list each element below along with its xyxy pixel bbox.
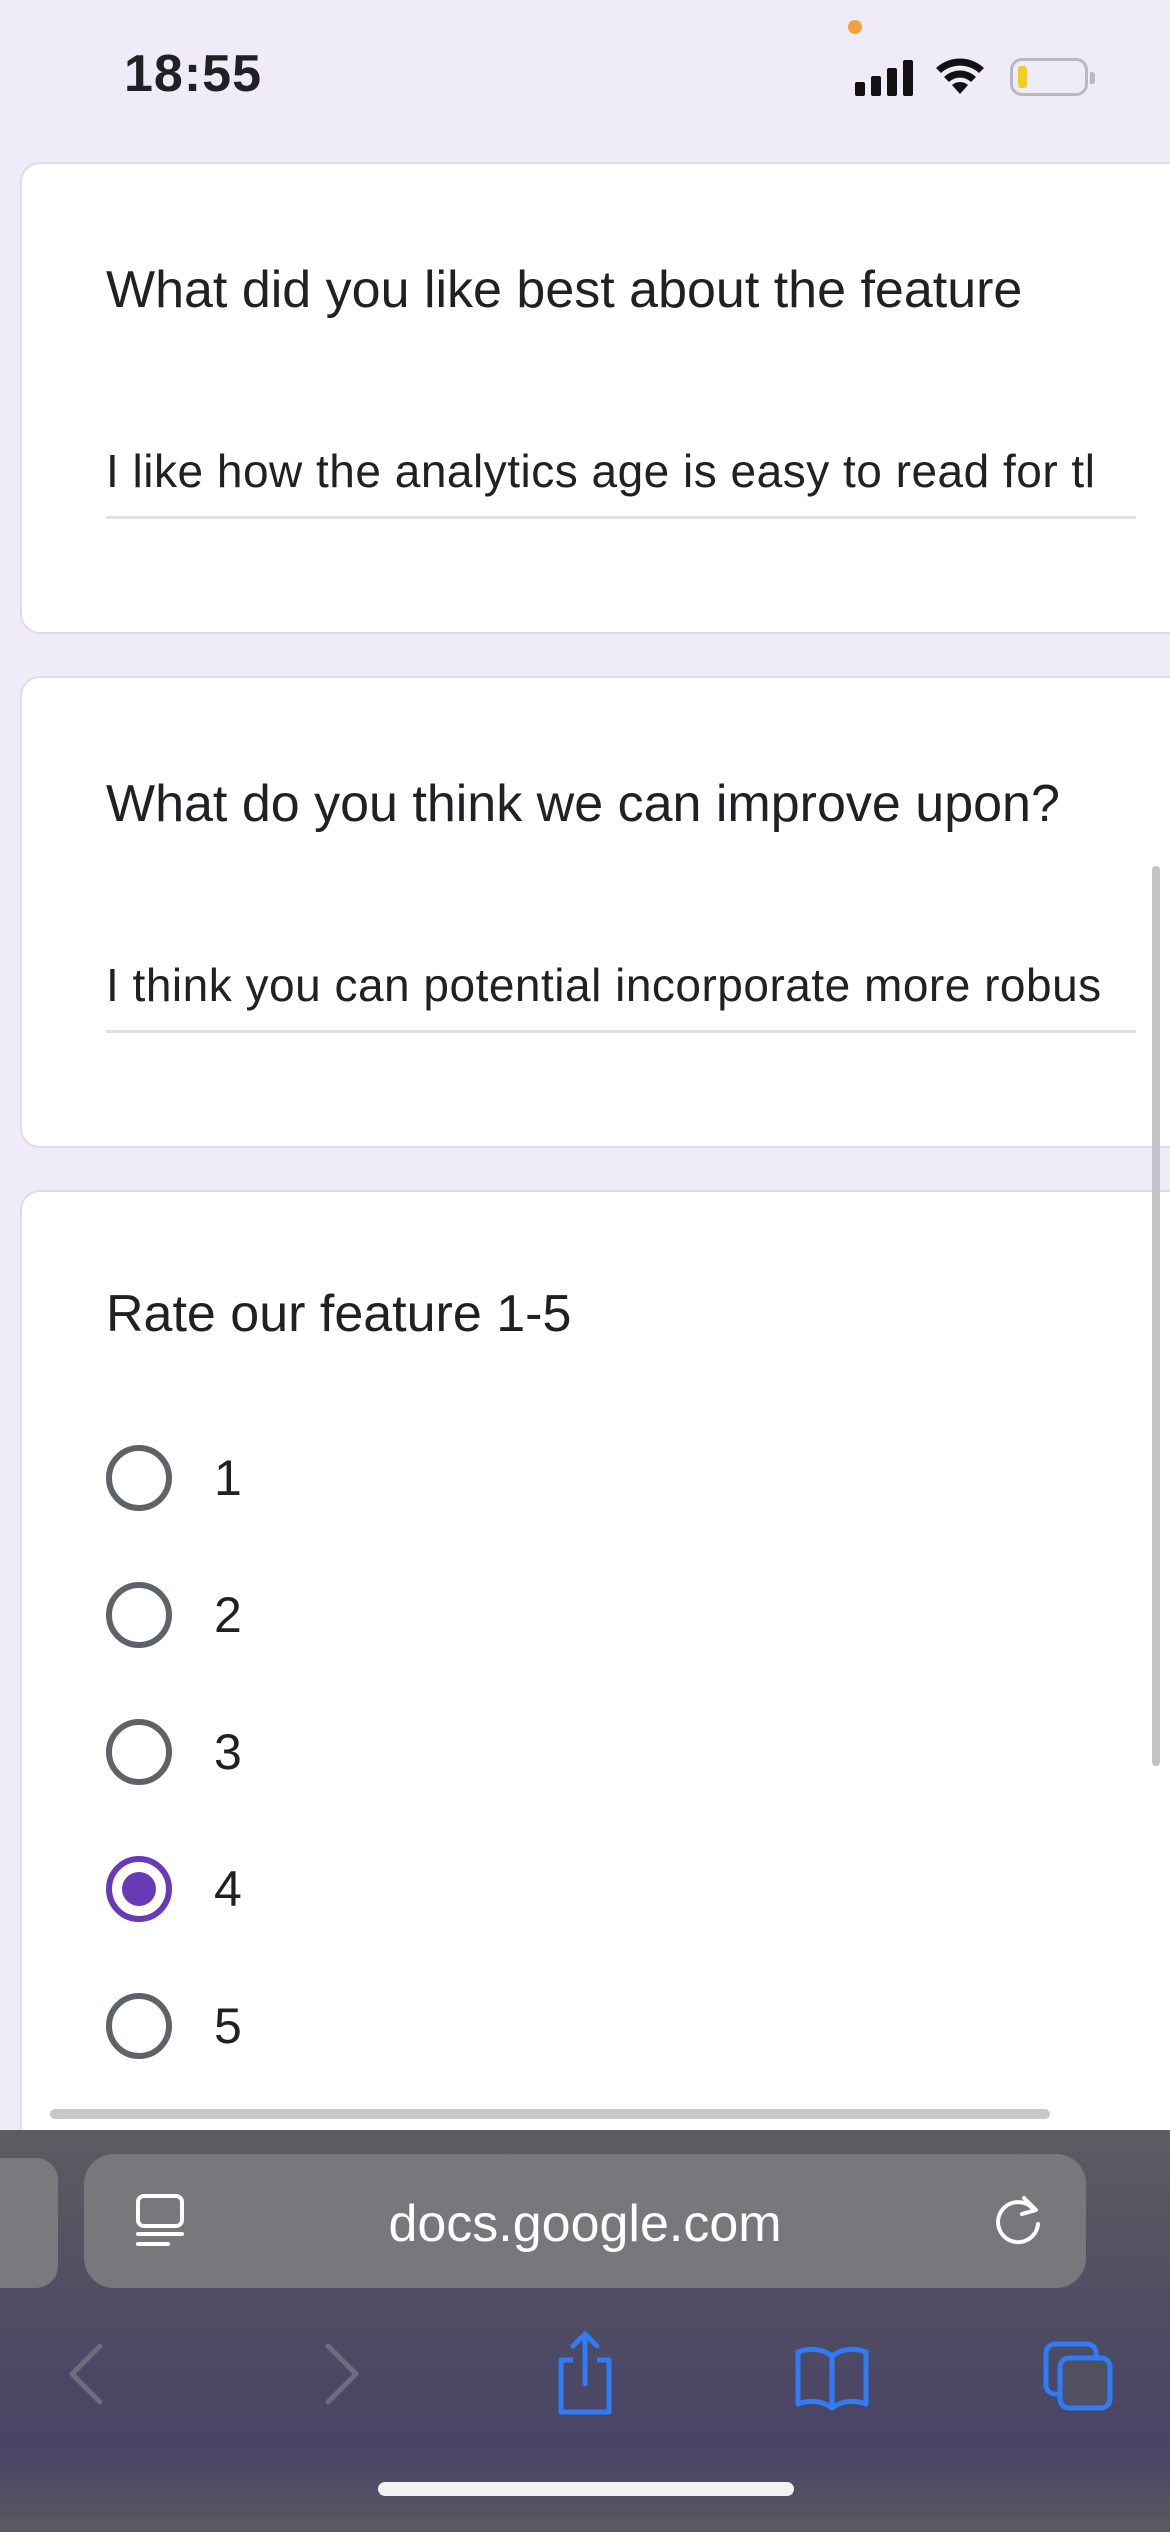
rating-option-label: 1 (214, 1450, 242, 1506)
wifi-icon (936, 58, 984, 94)
address-bar[interactable]: docs.google.com (84, 2154, 1086, 2288)
rating-option-1[interactable]: 1 (106, 1442, 242, 1514)
rating-option-label: 2 (214, 1587, 242, 1643)
question-card-improve: What do you think we can improve upon? I… (20, 676, 1170, 1148)
rating-option-label: 3 (214, 1724, 242, 1780)
reload-icon[interactable] (990, 2192, 1046, 2248)
question-card-rating: Rate our feature 1-5 1 2 3 4 5 (20, 1190, 1170, 2190)
radio-button-icon[interactable] (106, 1445, 172, 1511)
status-time: 18:55 (124, 45, 262, 103)
radio-button-selected-icon[interactable] (106, 1856, 172, 1922)
home-indicator[interactable] (378, 2482, 794, 2496)
previous-tab-preview[interactable] (0, 2158, 58, 2288)
browser-toolbar: docs.google.com (0, 2130, 1170, 2532)
rating-option-4[interactable]: 4 (106, 1853, 242, 1925)
question-title: Rate our feature 1-5 (106, 1285, 572, 1343)
radio-button-icon[interactable] (106, 1719, 172, 1785)
share-icon[interactable] (545, 2320, 625, 2420)
answer-text-field[interactable]: I like how the analytics age is easy to … (106, 444, 1136, 519)
back-icon[interactable] (48, 2320, 128, 2420)
answer-text-field[interactable]: I think you can potential incorporate mo… (106, 958, 1136, 1033)
question-title: What did you like best about the feature (106, 261, 1023, 319)
rating-option-2[interactable]: 2 (106, 1579, 242, 1651)
radio-button-icon[interactable] (106, 1582, 172, 1648)
rating-option-label: 5 (214, 1998, 242, 2054)
tabs-icon[interactable] (1040, 2320, 1120, 2420)
forward-icon[interactable] (300, 2320, 380, 2420)
battery-icon (1010, 58, 1095, 96)
question-title: What do you think we can improve upon? (106, 775, 1060, 833)
camera-indicator-icon (848, 20, 862, 34)
rating-option-label: 4 (214, 1861, 242, 1917)
url-text: docs.google.com (388, 2195, 782, 2253)
question-card-liked: What did you like best about the feature… (20, 162, 1170, 634)
rating-option-3[interactable]: 3 (106, 1716, 242, 1788)
rating-option-5[interactable]: 5 (106, 1990, 242, 2062)
horizontal-scrollbar[interactable] (50, 2109, 1050, 2119)
bookmarks-icon[interactable] (792, 2320, 872, 2420)
status-bar: 18:55 (0, 0, 1170, 150)
vertical-scrollbar[interactable] (1152, 866, 1160, 1766)
radio-button-icon[interactable] (106, 1993, 172, 2059)
signal-icon (855, 58, 915, 96)
